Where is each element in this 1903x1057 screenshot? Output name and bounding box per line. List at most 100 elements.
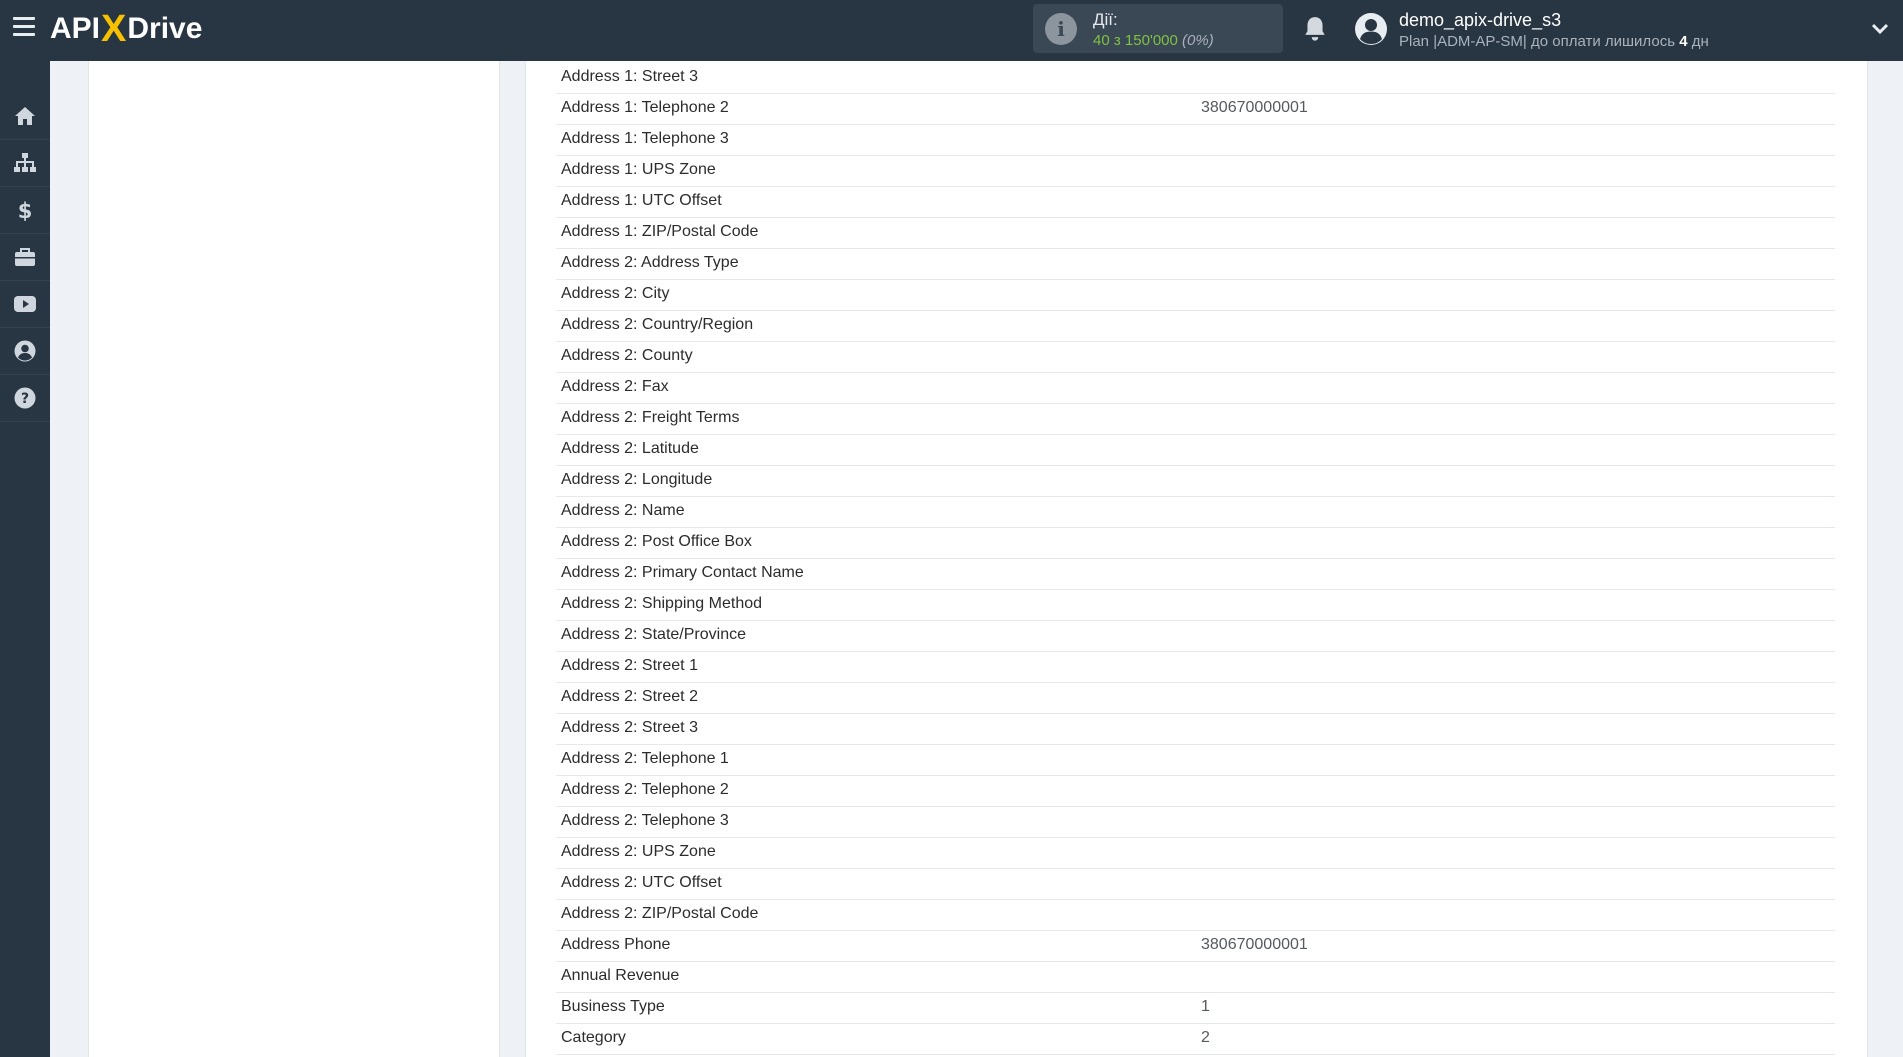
field-label: Address 2: UTC Offset bbox=[561, 874, 722, 891]
field-row: Address 2: Telephone 1 bbox=[556, 745, 1835, 776]
field-label: Address Phone bbox=[561, 936, 671, 953]
fields-list: Address 1: Street 3 Address 1: Telephone … bbox=[556, 63, 1835, 1055]
actions-total: 150'000 bbox=[1124, 32, 1178, 49]
field-label: Address 1: Telephone 3 bbox=[561, 130, 729, 147]
field-label: Address 2: County bbox=[561, 347, 693, 364]
field-label: Address 2: City bbox=[561, 285, 670, 302]
plan-days-unit: дн bbox=[1687, 33, 1709, 50]
sidebar-item-help[interactable]: ? bbox=[0, 375, 50, 422]
field-row: Address 2: Street 2 bbox=[556, 683, 1835, 714]
svg-text:?: ? bbox=[21, 391, 29, 407]
field-row: Address 1: ZIP/Postal Code bbox=[556, 218, 1835, 249]
field-row: Address 2: Telephone 3 bbox=[556, 807, 1835, 838]
sidebar-item-connections[interactable] bbox=[0, 140, 50, 187]
field-row: Address 2: Longitude bbox=[556, 466, 1835, 497]
field-label: Address 2: State/Province bbox=[561, 626, 746, 643]
actions-used: 40 bbox=[1093, 32, 1110, 49]
top-bar: API X Drive i Дії: 40 з 150'000 (0%) demo_… bbox=[0, 0, 1903, 61]
field-row: Address 2: Fax bbox=[556, 373, 1835, 404]
user-name[interactable]: demo_apix-drive_s3 bbox=[1399, 10, 1561, 31]
field-row: Address 1: Telephone 3 bbox=[556, 125, 1835, 156]
field-value: 380670000001 bbox=[1201, 936, 1308, 953]
field-row: Address 1: Street 3 bbox=[556, 63, 1835, 94]
chevron-down-icon[interactable] bbox=[1871, 22, 1889, 36]
sidebar-item-account[interactable] bbox=[0, 328, 50, 375]
field-row: Address 1: UTC Offset bbox=[556, 187, 1835, 218]
field-row: Address 2: State/Province bbox=[556, 621, 1835, 652]
field-label: Address 2: Fax bbox=[561, 378, 669, 395]
field-row: Address 2: Latitude bbox=[556, 435, 1835, 466]
field-label: Address 1: Street 3 bbox=[561, 68, 698, 85]
field-row: Address 2: Country/Region bbox=[556, 311, 1835, 342]
field-row: Address 2: Address Type bbox=[556, 249, 1835, 280]
bell-icon[interactable] bbox=[1302, 15, 1328, 43]
field-value: 1 bbox=[1201, 998, 1210, 1015]
field-label: Address 2: Longitude bbox=[561, 471, 713, 488]
sidebar-item-services[interactable] bbox=[0, 234, 50, 281]
plan-days: 4 bbox=[1679, 33, 1688, 50]
actions-label: Дії: bbox=[1093, 10, 1118, 29]
field-label: Address 2: Country/Region bbox=[561, 316, 754, 333]
field-row: Address Phone 380670000001 bbox=[556, 931, 1835, 962]
dollar-icon: $ bbox=[18, 199, 33, 222]
field-label: Address 2: Street 1 bbox=[561, 657, 698, 674]
field-label: Address 2: Street 3 bbox=[561, 719, 698, 736]
sidebar-item-home[interactable] bbox=[0, 93, 50, 140]
field-label: Address 1: Telephone 2 bbox=[561, 99, 729, 116]
field-row: Address 2: ZIP/Postal Code bbox=[556, 900, 1835, 931]
field-label: Address 2: Latitude bbox=[561, 440, 699, 457]
actions-value: 40 з 150'000 (0%) bbox=[1093, 32, 1214, 49]
field-row: Business Type 1 bbox=[556, 993, 1835, 1024]
avatar-icon[interactable] bbox=[1354, 12, 1388, 46]
logo-text-left: API bbox=[50, 12, 101, 45]
logo-text-right: Drive bbox=[127, 12, 203, 45]
field-row: Address 2: Street 1 bbox=[556, 652, 1835, 683]
sidebar-item-video[interactable] bbox=[0, 281, 50, 328]
menu-icon[interactable] bbox=[13, 17, 35, 39]
actions-percent: (0%) bbox=[1182, 32, 1214, 49]
field-label: Category bbox=[561, 1029, 626, 1046]
field-row: Address 2: County bbox=[556, 342, 1835, 373]
field-row: Address 2: Street 3 bbox=[556, 714, 1835, 745]
field-label: Address 1: ZIP/Postal Code bbox=[561, 223, 759, 240]
field-row: Address 2: UTC Offset bbox=[556, 869, 1835, 900]
briefcase-icon bbox=[15, 248, 35, 266]
field-label: Address 2: Telephone 1 bbox=[561, 750, 729, 767]
svg-text:$: $ bbox=[18, 199, 33, 222]
field-label: Address 2: Telephone 2 bbox=[561, 781, 729, 798]
field-row: Address 2: Primary Contact Name bbox=[556, 559, 1835, 590]
field-row: Category 2 bbox=[556, 1024, 1835, 1055]
home-icon bbox=[15, 107, 35, 125]
field-label: Address 2: Telephone 3 bbox=[561, 812, 729, 829]
field-label: Address 2: Address Type bbox=[561, 254, 739, 271]
field-row: Address 2: City bbox=[556, 280, 1835, 311]
field-row: Address 2: Shipping Method bbox=[556, 590, 1835, 621]
field-label: Address 1: UPS Zone bbox=[561, 161, 716, 178]
field-label: Address 2: Post Office Box bbox=[561, 533, 752, 550]
sitemap-icon bbox=[14, 153, 36, 172]
user-plan: Plan |ADM-AP-SM| до оплати лишилось 4 дн bbox=[1399, 33, 1709, 50]
plan-text: Plan |ADM-AP-SM| до оплати лишилось bbox=[1399, 33, 1680, 50]
field-row: Address 2: Post Office Box bbox=[556, 528, 1835, 559]
field-label: Address 1: UTC Offset bbox=[561, 192, 722, 209]
logo[interactable]: API X Drive bbox=[50, 7, 203, 50]
field-label: Address 2: Street 2 bbox=[561, 688, 698, 705]
field-label: Annual Revenue bbox=[561, 967, 680, 984]
field-label: Address 2: Name bbox=[561, 502, 685, 519]
info-icon[interactable]: i bbox=[1045, 13, 1077, 45]
field-label: Address 2: Shipping Method bbox=[561, 595, 763, 612]
field-row: Address 2: UPS Zone bbox=[556, 838, 1835, 869]
field-label: Address 2: UPS Zone bbox=[561, 843, 716, 860]
field-label: Business Type bbox=[561, 998, 665, 1015]
field-label: Address 2: Freight Terms bbox=[561, 409, 740, 426]
logo-x: X bbox=[101, 7, 127, 50]
youtube-icon bbox=[14, 296, 36, 312]
field-row: Address 2: Telephone 2 bbox=[556, 776, 1835, 807]
field-value: 380670000001 bbox=[1201, 99, 1308, 116]
field-label: Address 2: ZIP/Postal Code bbox=[561, 905, 759, 922]
sidebar-item-billing[interactable]: $ bbox=[0, 187, 50, 234]
actions-of: з bbox=[1113, 32, 1121, 49]
field-row: Address 1: UPS Zone bbox=[556, 156, 1835, 187]
sidebar: $ ? bbox=[0, 61, 50, 1057]
left-panel bbox=[88, 61, 500, 1057]
